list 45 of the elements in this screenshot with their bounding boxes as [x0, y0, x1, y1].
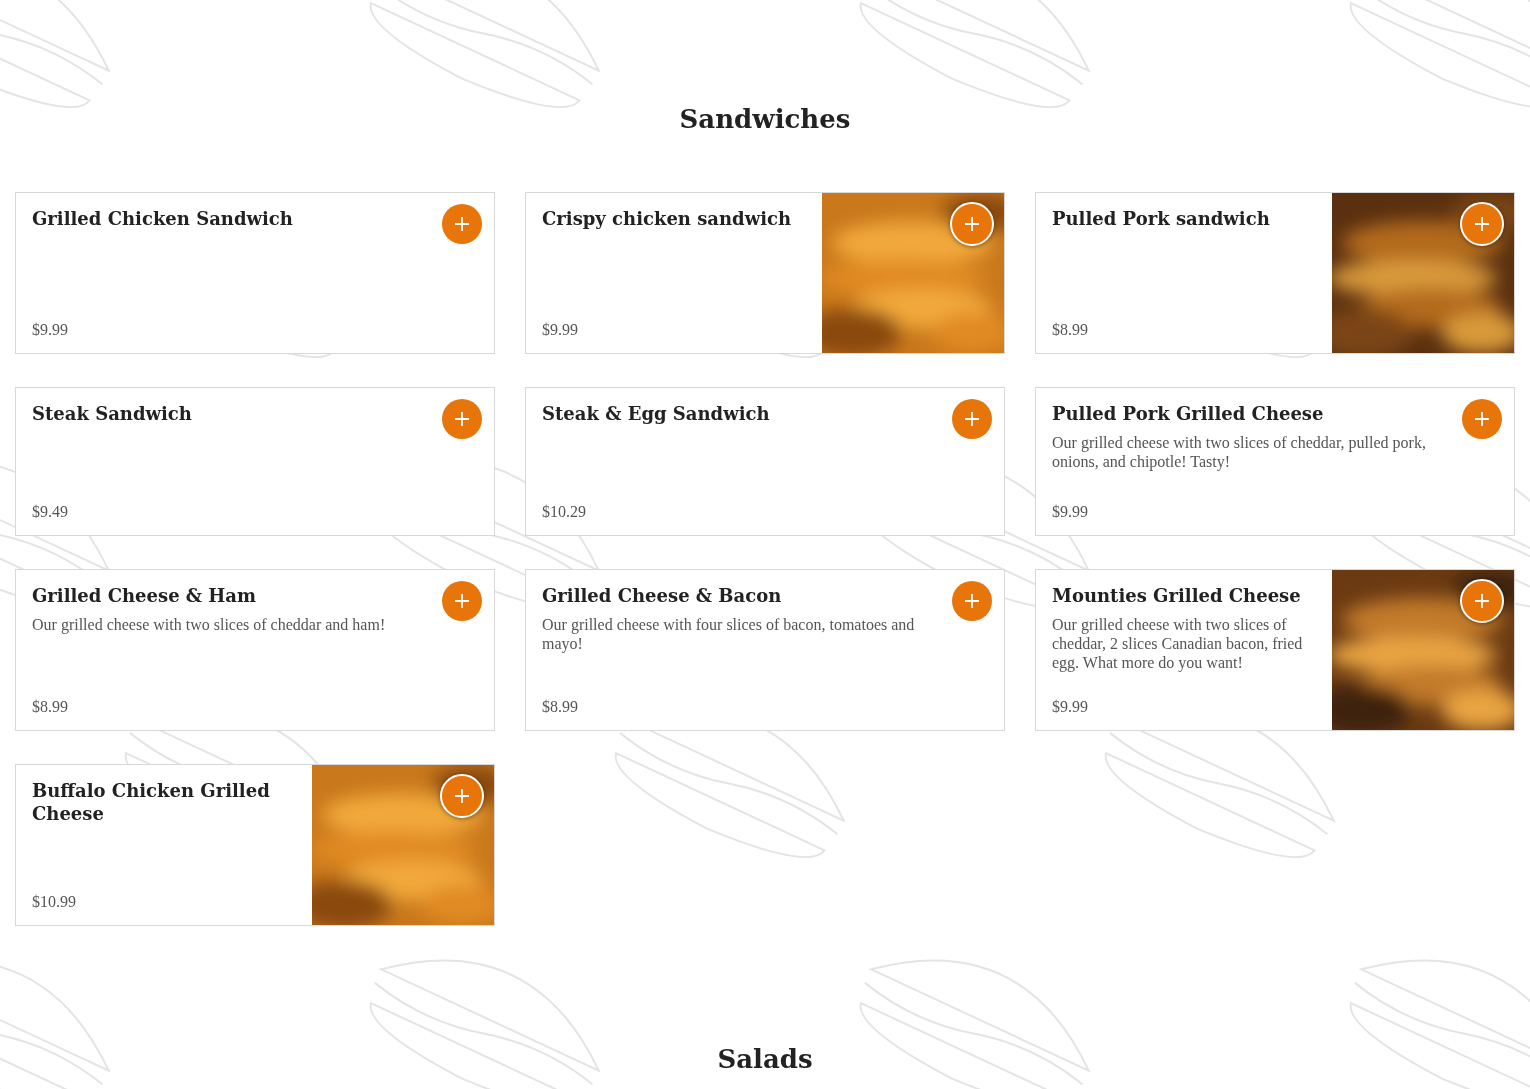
item-description: Our grilled cheese with two slices of cheddar, pulled pork, onions, and chipotle! Tasty! — [1052, 433, 1427, 471]
item-price: $9.99 — [1052, 697, 1089, 716]
item-description: Our grilled cheese with two slices of cheddar and ham! — [32, 615, 387, 634]
menu-item-card[interactable]: Buffalo Chicken Grilled Cheese $10.99 — [15, 764, 495, 926]
plus-icon — [454, 216, 470, 232]
item-name: Grilled Cheese & Ham — [32, 584, 258, 607]
item-name: Pulled Pork sandwich — [1052, 207, 1271, 230]
plus-icon — [454, 788, 470, 804]
menu-item-card[interactable]: Grilled Cheese & Ham Our grilled cheese with two slices of cheddar and ham! $8.99 — [15, 569, 495, 731]
item-price: $9.99 — [1052, 502, 1089, 521]
item-name: Grilled Chicken Sandwich — [32, 207, 294, 230]
item-price: $8.99 — [1052, 320, 1089, 339]
item-price: $10.99 — [32, 892, 77, 911]
item-price: $9.49 — [32, 502, 69, 521]
item-name: Pulled Pork Grilled Cheese — [1052, 402, 1325, 425]
plus-icon — [1474, 216, 1490, 232]
plus-icon — [964, 216, 980, 232]
menu-item-card[interactable]: Grilled Cheese & Bacon Our grilled cheese with four slices of bacon, tomatoes and mayo! $8.99 — [525, 569, 1005, 731]
item-name: Steak & Egg Sandwich — [542, 402, 771, 425]
item-description: Our grilled cheese with two slices of cheddar, 2 slices Canadian bacon, fried egg. What more do you want! — [1052, 615, 1304, 672]
item-price: $8.99 — [542, 697, 579, 716]
item-price: $9.99 — [32, 320, 69, 339]
menu-item-card[interactable]: Steak Sandwich $9.49 — [15, 387, 495, 536]
plus-icon — [1474, 593, 1490, 609]
item-price: $8.99 — [32, 697, 69, 716]
plus-icon — [964, 593, 980, 609]
item-name: Mounties Grilled Cheese — [1052, 584, 1302, 607]
menu-item-card[interactable]: Grilled Chicken Sandwich $9.99 — [15, 192, 495, 354]
plus-icon — [964, 411, 980, 427]
item-name: Steak Sandwich — [32, 402, 193, 425]
item-description: Our grilled cheese with four slices of bacon, tomatoes and mayo! — [542, 615, 916, 653]
section-heading: Salads — [716, 1043, 814, 1074]
item-name: Grilled Cheese & Bacon — [542, 584, 783, 607]
item-name: Crispy chicken sandwich — [542, 207, 793, 230]
item-price: $10.29 — [542, 502, 587, 521]
item-price: $9.99 — [542, 320, 579, 339]
menu-item-card[interactable]: Steak & Egg Sandwich $10.29 — [525, 387, 1005, 536]
section-heading: Sandwiches — [678, 103, 852, 136]
item-name: Buffalo Chicken Grilled Cheese — [32, 779, 271, 825]
plus-icon — [454, 411, 470, 427]
menu-item-card[interactable]: Pulled Pork Grilled Cheese Our grilled cheese with two slices of cheddar, pulled pork, onions, and chipotle! Tasty! $9.99 — [1035, 387, 1515, 536]
plus-icon — [1474, 411, 1490, 427]
menu-item-card[interactable]: Crispy chicken sandwich $9.99 — [525, 192, 1005, 354]
plus-icon — [454, 593, 470, 609]
menu-item-card[interactable]: Mounties Grilled Cheese Our grilled cheese with two slices of cheddar, 2 slices Canadian bacon, fried egg. What more do you want! $9.99 — [1035, 569, 1515, 731]
